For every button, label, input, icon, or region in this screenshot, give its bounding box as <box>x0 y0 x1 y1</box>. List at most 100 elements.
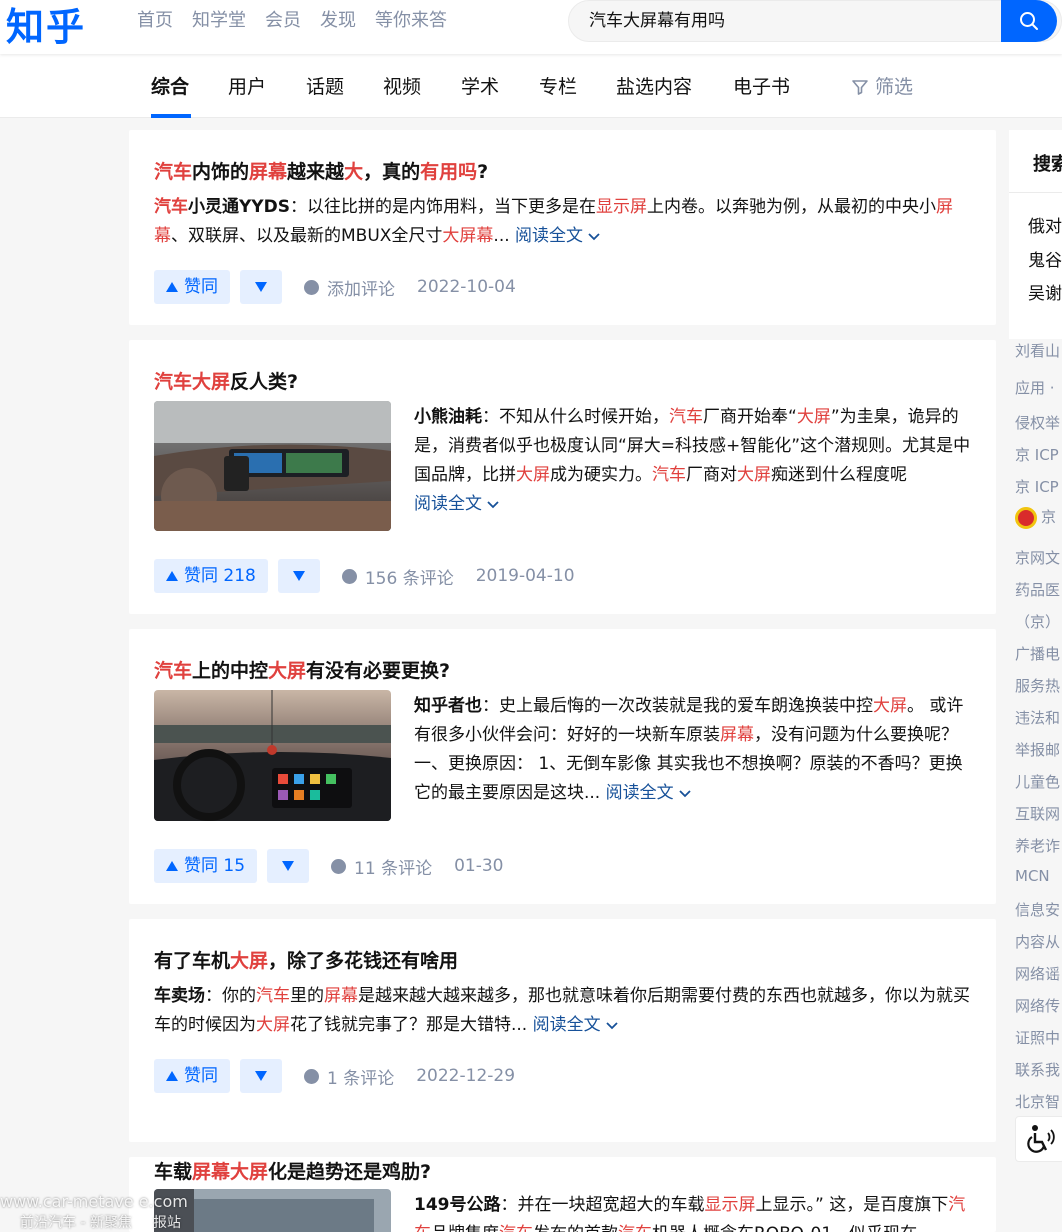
comment-button[interactable]: 11 条评论 <box>331 854 432 879</box>
read-more-link[interactable]: 阅读全文 <box>414 494 500 514</box>
result-excerpt[interactable]: 知乎者也：史上最后悔的一次改装就是我的爱车朗逸换装中控大屏。 或许有很多小伙伴会… <box>414 692 974 808</box>
footer-link[interactable]: 网络谣 <box>1015 963 1060 984</box>
read-more-link[interactable]: 阅读全文 <box>515 226 601 246</box>
result-title[interactable]: 车载屏幕大屏化是趋势还是鸡肋? <box>154 1159 431 1185</box>
nav-vip[interactable]: 会员 <box>265 9 301 33</box>
upvote-button[interactable]: 赞同 <box>154 1059 230 1093</box>
excerpt-segment: 里的 <box>290 986 324 1006</box>
upvote-button[interactable]: 赞同 15 <box>154 849 258 883</box>
search-icon <box>1020 12 1038 30</box>
result-excerpt[interactable]: 汽车小灵通YYDS：以往比拼的是内饰用料，当下更多是在显示屏上内卷。以奔驰为例，… <box>154 193 979 251</box>
hot-search-item[interactable]: 俄对 <box>1028 212 1062 237</box>
footer-link[interactable]: 侵权举 <box>1015 412 1060 433</box>
hot-search-item[interactable]: 鬼谷 <box>1028 246 1062 271</box>
comment-button[interactable]: 1 条评论 <box>304 1064 394 1089</box>
top-bar: 知乎 首页 知学堂 会员 发现 等你来答 汽车大屏幕有用吗 <box>0 0 1062 54</box>
excerpt-segment: 痴迷到什么程度呢 <box>771 465 907 485</box>
nav-home[interactable]: 首页 <box>137 9 173 33</box>
result-title[interactable]: 汽车大屏反人类? <box>154 369 298 395</box>
comment-button[interactable]: 156 条评论 <box>341 564 454 589</box>
tab-ebooks[interactable]: 电子书 <box>733 74 790 100</box>
footer-police-link[interactable]: 京 <box>1015 506 1056 529</box>
author-segment: 汽车 <box>154 197 188 217</box>
result-thumbnail[interactable] <box>154 690 391 821</box>
footer-link[interactable]: （京） <box>1015 611 1060 632</box>
footer-link[interactable]: MCN <box>1015 867 1050 885</box>
footer-link[interactable]: 京 ICP <box>1015 444 1059 465</box>
tab-columns[interactable]: 专栏 <box>539 74 577 100</box>
footer-link[interactable]: 信息安 <box>1015 899 1060 920</box>
search-input[interactable]: 汽车大屏幕有用吗 <box>589 9 989 33</box>
footer-link[interactable]: 京 ICP <box>1015 476 1059 497</box>
filter-button[interactable]: 筛选 <box>851 74 913 100</box>
footer-link[interactable]: 养老诈 <box>1015 835 1060 856</box>
tab-videos[interactable]: 视频 <box>383 74 421 100</box>
footer-link[interactable]: 儿童色 <box>1015 771 1060 792</box>
excerpt-segment: 大屏 <box>737 465 771 485</box>
upvote-button[interactable]: 赞同 <box>154 270 230 304</box>
nav-explore[interactable]: 发现 <box>320 9 356 33</box>
comment-label: 11 条评论 <box>354 858 433 879</box>
chevron-down-icon <box>606 1022 618 1030</box>
result-title[interactable]: 有了车机大屏，除了多花钱还有啥用 <box>154 948 458 974</box>
footer-link[interactable]: 内容从 <box>1015 931 1060 952</box>
footer-link[interactable]: 违法和 <box>1015 707 1060 728</box>
search-box[interactable]: 汽车大屏幕有用吗 <box>568 0 1062 42</box>
downvote-button[interactable] <box>267 849 310 883</box>
footer-link[interactable]: 服务热 <box>1015 675 1060 696</box>
footer-link[interactable]: 应用 · <box>1015 377 1055 398</box>
result-excerpt[interactable]: 小熊油耗：不知从什么时候开始，汽车厂商开始奉“大屏”为圭臬，诡异的是，消费者似乎… <box>414 403 974 519</box>
accessibility-button[interactable] <box>1015 1116 1062 1162</box>
result-title[interactable]: 汽车内饰的屏幕越来越大，真的有用吗? <box>154 159 488 185</box>
footer-link[interactable]: 举报邮 <box>1015 739 1060 760</box>
footer-link[interactable]: 药品医 <box>1015 579 1060 600</box>
result-title[interactable]: 汽车上的中控大屏有没有必要更换? <box>154 658 450 684</box>
search-button[interactable] <box>1001 0 1057 42</box>
title-segment: 大 <box>344 161 364 183</box>
downvote-button[interactable] <box>240 270 282 304</box>
result-thumbnail[interactable] <box>154 1189 391 1232</box>
downvote-button[interactable] <box>277 559 320 593</box>
title-segment: 汽车大屏 <box>154 371 231 393</box>
downvote-button[interactable] <box>240 1059 282 1093</box>
title-segment: 内饰的 <box>192 161 250 183</box>
footer-link[interactable]: 证照中 <box>1015 1027 1060 1048</box>
footer-link[interactable]: 联系我 <box>1015 1059 1060 1080</box>
hot-search-item[interactable]: 吴谢 <box>1028 279 1062 304</box>
tab-academic[interactable]: 学术 <box>461 74 499 100</box>
footer-link[interactable]: 北京智 <box>1015 1091 1060 1112</box>
excerpt-segment: 大屏 <box>256 1015 290 1035</box>
result-excerpt[interactable]: 149号公路：并在一块超宽超大的车载显示屏上显示。” 这，是百度旗下汽车品牌集度… <box>414 1191 974 1232</box>
title-segment: 车载 <box>154 1161 193 1183</box>
read-more-link[interactable]: 阅读全文 <box>533 1015 618 1035</box>
excerpt-segment: 汽车 <box>256 986 290 1006</box>
result-thumbnail[interactable] <box>154 401 391 531</box>
upvote-button[interactable]: 赞同 218 <box>154 559 268 593</box>
zhihu-logo[interactable]: 知乎 <box>6 0 86 51</box>
read-more-label: 阅读全文 <box>515 226 584 246</box>
tab-all[interactable]: 综合 <box>151 74 189 100</box>
footer-link[interactable]: 网络传 <box>1015 995 1060 1016</box>
excerpt-segment: 汽车 <box>499 1224 533 1232</box>
tab-topics[interactable]: 话题 <box>306 74 344 100</box>
tab-users[interactable]: 用户 <box>228 74 266 100</box>
result-excerpt[interactable]: 车卖场：你的汽车里的屏幕是越来越大越来越多，那也就意味着你后期需要付费的东西也就… <box>154 982 979 1040</box>
nav-zhixuetang[interactable]: 知学堂 <box>192 9 246 33</box>
read-more-link[interactable]: 阅读全文 <box>606 783 691 803</box>
footer-link[interactable]: 互联网 <box>1015 803 1060 824</box>
nav-waiting-answers[interactable]: 等你来答 <box>375 9 447 33</box>
footer-link[interactable]: 广播电 <box>1015 643 1060 664</box>
title-segment: 大屏 <box>268 660 307 682</box>
tab-premium[interactable]: 盐选内容 <box>616 74 692 100</box>
excerpt-segment: 厂商对 <box>686 465 737 485</box>
excerpt-segment: 显示屏 <box>595 197 647 217</box>
comment-button[interactable]: 添加评论 <box>304 275 395 300</box>
excerpt-segment: 汽车 <box>618 1224 652 1232</box>
footer-link[interactable]: 刘看山 <box>1015 340 1060 361</box>
excerpt-segment: 屏幕 <box>720 725 754 745</box>
footer-link[interactable]: 京网文 <box>1015 547 1060 568</box>
excerpt-segment: 显示屏 <box>704 1195 756 1215</box>
comment-icon <box>341 568 357 584</box>
watermark-text-2: 报站 <box>153 1215 181 1231</box>
upvote-icon <box>166 861 178 871</box>
